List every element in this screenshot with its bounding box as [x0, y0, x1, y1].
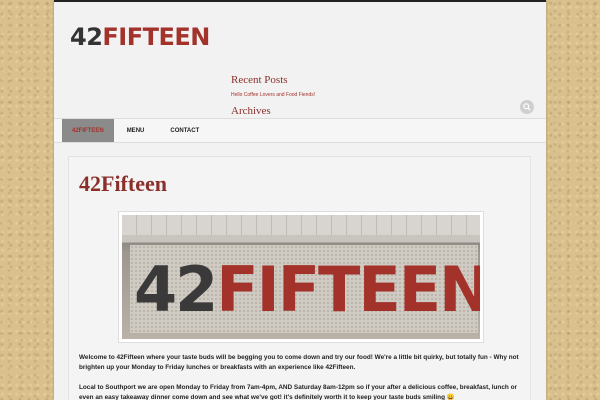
photo-sign-number: 42	[134, 252, 218, 326]
logo-word: FIFTEEN	[102, 23, 210, 51]
featured-photo: 42 FIFTEEN	[118, 211, 484, 343]
recent-posts-title: Recent Posts	[231, 74, 288, 86]
hours-paragraph: Local to Southport we are open Monday to…	[79, 383, 524, 400]
intro-paragraph: Welcome to 42Fifteen where your taste bu…	[79, 354, 519, 371]
site-logo[interactable]: 42 FIFTEEN	[70, 24, 210, 50]
content-area: 42Fifteen 42 FIFTEEN Welcome to 42Fifteen…	[68, 156, 531, 400]
nav-item-contact[interactable]: CONTACT	[157, 119, 212, 142]
nav-item-menu[interactable]: MENU	[114, 119, 158, 142]
page-title: 42Fifteen	[79, 171, 167, 196]
photo-ceiling	[122, 215, 480, 235]
main-navigation: 42FIFTEEN MENU CONTACT	[54, 118, 546, 143]
photo-sign-word: FIFTEEN	[216, 252, 480, 326]
logo-number: 42	[70, 23, 103, 51]
photo-image: 42 FIFTEEN	[122, 215, 480, 339]
header-widgets: Recent Posts Hello Coffee Lovers and Foo…	[231, 74, 451, 114]
page-wrapper: 42 FIFTEEN Recent Posts Hello Coffee Love…	[54, 0, 546, 400]
search-icon[interactable]	[520, 100, 534, 114]
photo-sign: 42 FIFTEEN	[130, 245, 480, 333]
smiley-icon: 😀	[446, 394, 455, 400]
archives-title: Archives	[231, 105, 271, 114]
nav-item-home[interactable]: 42FIFTEEN	[62, 119, 114, 142]
recent-post-link[interactable]: Hello Coffee Lovers and Food Fiends!	[231, 92, 451, 98]
